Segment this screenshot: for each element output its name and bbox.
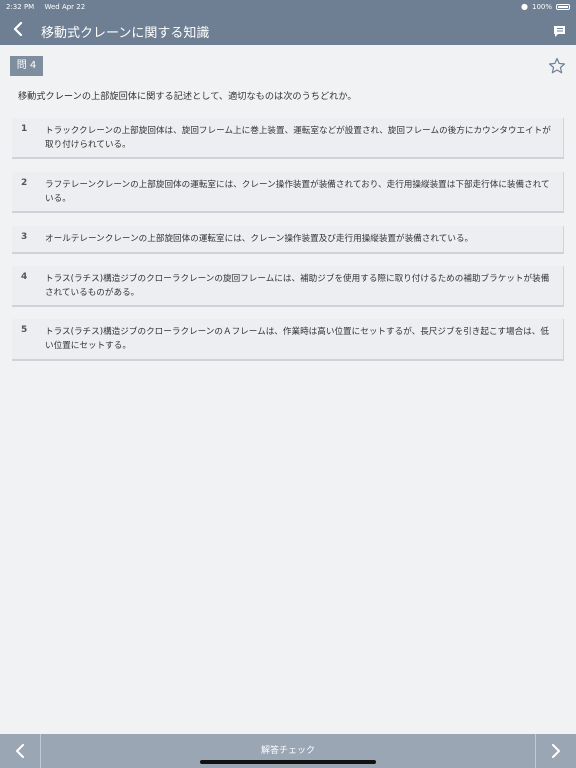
option-text: トラス(ラチス)構造ジブのクローラクレーンの旋回フレームには、補助ジブを使用する…	[45, 274, 550, 298]
comment-icon	[554, 26, 565, 37]
wifi-icon: ●	[521, 2, 528, 11]
option-text: オールテレーンクレーンの上部旋回体の運転室には、クレーン操作装置及び走行用操縦装…	[45, 234, 474, 244]
option-text: ラフテレーンクレーンの上部旋回体の運転室には、クレーン操作装置が装備されており、…	[45, 180, 550, 204]
option-text: トラッククレーンの上部旋回体は、旋回フレーム上に巻上装置、運転室などが設置され、…	[45, 126, 551, 150]
status-date: Wed Apr 22	[44, 3, 86, 11]
option-number: 3	[21, 232, 28, 242]
answer-option-2[interactable]: 2 ラフテレーンクレーンの上部旋回体の運転室には、クレーン操作装置が装備されてお…	[12, 172, 564, 213]
chevron-left-icon	[13, 22, 23, 36]
nav-bar: 移動式クレーンに関する知識	[0, 14, 576, 45]
question-text: 移動式クレーンの上部旋回体に関する記述として、適切なものは次のうちどれか。	[18, 91, 357, 102]
comment-button[interactable]	[553, 23, 566, 37]
option-number: 2	[21, 178, 28, 188]
answer-option-5[interactable]: 5 トラス(ラチス)構造ジブのクローラクレーンのＡフレームは、作業時は高い位置に…	[12, 319, 564, 361]
back-button[interactable]	[8, 18, 28, 40]
option-number: 1	[21, 124, 28, 134]
option-number: 5	[21, 325, 28, 335]
status-time: 2:32 PM	[6, 3, 35, 11]
previous-question-button[interactable]	[0, 734, 41, 768]
next-question-button[interactable]	[535, 734, 576, 768]
battery-percent: 100%	[531, 3, 552, 11]
page-title: 移動式クレーンに関する知識	[41, 26, 210, 41]
home-indicator	[200, 760, 376, 764]
chevron-right-icon	[552, 744, 560, 758]
battery-icon	[556, 4, 570, 10]
option-number: 4	[21, 272, 28, 282]
star-icon	[548, 57, 566, 74]
bookmark-button[interactable]	[548, 57, 566, 75]
chevron-left-icon	[16, 744, 24, 758]
question-number-badge: 問 4	[10, 56, 43, 76]
answer-option-1[interactable]: 1 トラッククレーンの上部旋回体は、旋回フレーム上に巻上装置、運転室などが設置さ…	[12, 118, 564, 159]
answer-option-4[interactable]: 4 トラス(ラチス)構造ジブのクローラクレーンの旋回フレームには、補助ジブを使用…	[12, 266, 564, 307]
option-text: トラス(ラチス)構造ジブのクローラクレーンのＡフレームは、作業時は高い位置にセッ…	[45, 327, 549, 351]
status-bar: 2:32 PM Wed Apr 22 ● 100%	[0, 0, 576, 14]
answer-option-3[interactable]: 3 オールテレーンクレーンの上部旋回体の運転室には、クレーン操作装置及び走行用操…	[12, 226, 564, 254]
